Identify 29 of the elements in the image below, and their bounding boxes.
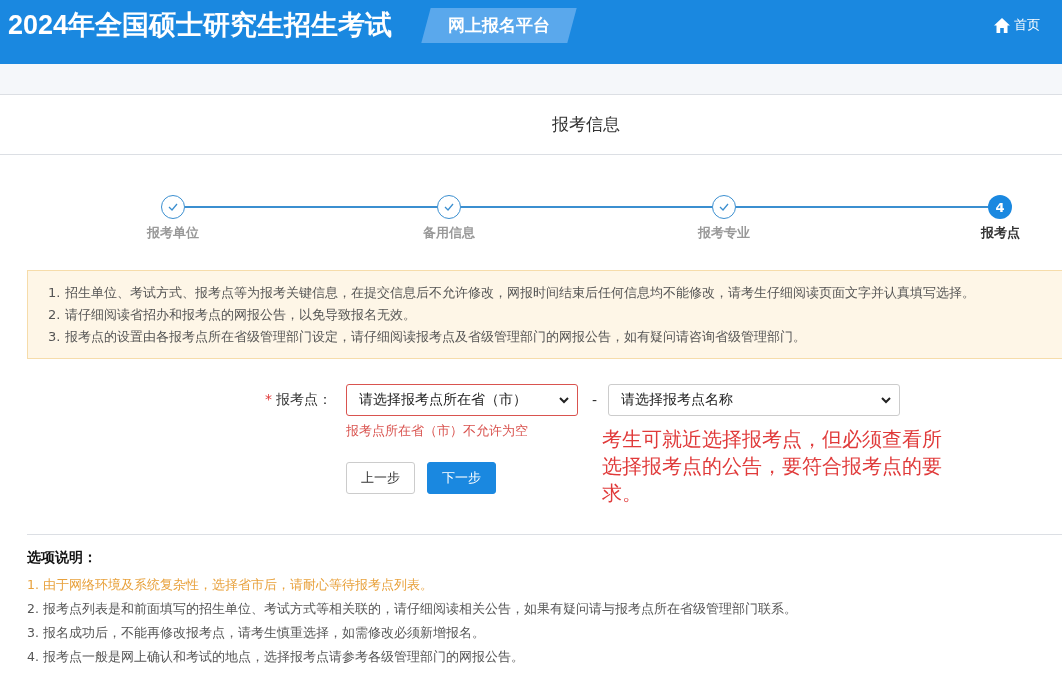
option-note: 2. 报考点列表是和前面填写的招生单位、考试方式等相关联的，请仔细阅读相关公告，如果有疑问请与报考点所在省级管理部门联系。 bbox=[27, 600, 798, 618]
platform-badge: 网上报名平台 bbox=[421, 7, 577, 43]
options-title: 选项说明： bbox=[27, 549, 98, 567]
site-title: 2024年全国硕士研究生招生考试 bbox=[8, 9, 393, 42]
required-mark: * bbox=[265, 391, 272, 409]
next-button[interactable]: 下一步 bbox=[427, 462, 496, 494]
annotation-text: 考生可就近选择报考点，但必须查看所选择报考点的公告，要符合报考点的要求。 bbox=[602, 426, 942, 507]
option-note: 1. 由于网络环境及系统复杂性，选择省市后，请耐心等待报考点列表。 bbox=[27, 576, 434, 594]
option-note: 4. 报考点一般是网上确认和考试的地点，选择报考点请参考各级管理部门的网报公告。 bbox=[27, 648, 525, 666]
notice-text: 1. 招生单位、考试方式、报考点等为报考关键信息，在提交信息后不允许修改，网报时间结束后任何信息均不能修改，请考生仔细阅读页面文字并认真填写选择。 bbox=[48, 284, 976, 302]
option-note: 3. 报名成功后，不能再修改报考点，请考生慎重选择，如需修改必须新增报名。 bbox=[27, 624, 486, 642]
back-button[interactable]: 上一步 bbox=[346, 462, 415, 494]
separator: - bbox=[592, 392, 598, 408]
notice-text: 3. 报考点的设置由各报考点所在省级管理部门设定，请仔细阅读报考点及省级管理部门的网报公告，如有疑问请咨询省级管理部门。 bbox=[48, 328, 807, 346]
field-label: 报考点： bbox=[276, 391, 332, 409]
section-title: 报考信息 bbox=[552, 113, 620, 136]
home-link[interactable]: 首页 bbox=[994, 16, 1040, 34]
home-icon bbox=[994, 17, 1010, 33]
step-label: 报考单位 bbox=[147, 224, 199, 242]
site-select[interactable]: 请选择报考点名称 bbox=[608, 384, 901, 416]
step-label: 报考点 bbox=[980, 224, 1020, 242]
chevron-icon bbox=[881, 396, 892, 404]
chevron-icon bbox=[559, 396, 569, 404]
notice-text: 2. 请仔细阅读省招办和报考点的网报公告，以免导致报名无效。 bbox=[48, 306, 417, 324]
error-message: 报考点所在省（市）不允许为空 bbox=[346, 422, 528, 440]
step-number: 4 bbox=[988, 195, 1012, 219]
step-label: 报考专业 bbox=[698, 224, 751, 242]
step-label: 备用信息 bbox=[422, 224, 475, 242]
province-select[interactable]: 请选择报考点所在省（市） bbox=[346, 384, 578, 416]
